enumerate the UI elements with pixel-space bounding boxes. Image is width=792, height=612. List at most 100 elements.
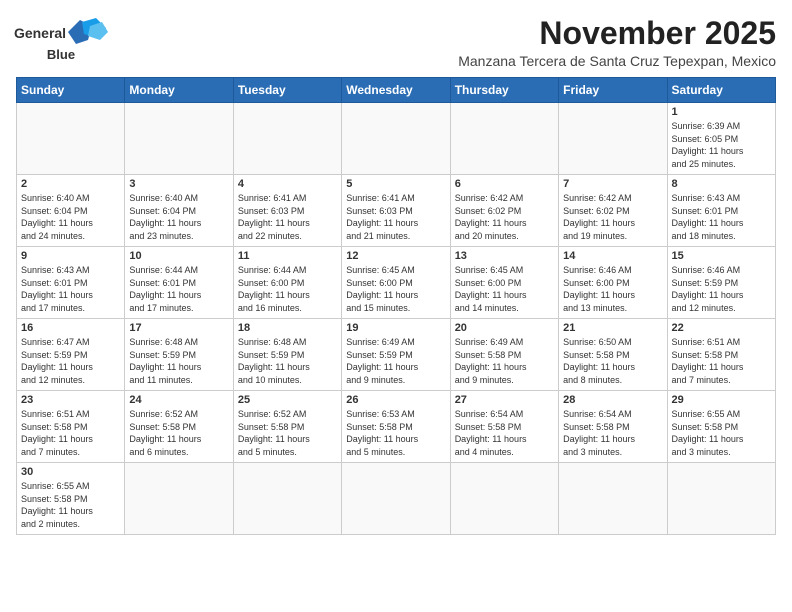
day-number: 3 (129, 178, 228, 190)
weekday-header-tuesday: Tuesday (233, 78, 341, 103)
calendar-cell: 16 Sunrise: 6:47 AM Sunset: 5:59 PM Dayli… (17, 319, 125, 391)
day-info: Sunrise: 6:50 AM Sunset: 5:58 PM Dayligh… (563, 336, 662, 386)
day-number: 5 (346, 178, 445, 190)
day-info: Sunrise: 6:55 AM Sunset: 5:58 PM Dayligh… (21, 480, 120, 530)
logo: General Blue (16, 16, 106, 62)
calendar-cell (125, 103, 233, 175)
day-info: Sunrise: 6:40 AM Sunset: 6:04 PM Dayligh… (21, 192, 120, 242)
logo-blue-text: Blue (47, 47, 75, 62)
calendar-cell (667, 463, 775, 535)
day-number: 16 (21, 322, 120, 334)
day-number: 12 (346, 250, 445, 262)
calendar-cell (17, 103, 125, 175)
day-info: Sunrise: 6:46 AM Sunset: 5:59 PM Dayligh… (672, 264, 771, 314)
calendar-cell: 22Sunrise: 6:51 AM Sunset: 5:58 PM Dayli… (667, 319, 775, 391)
calendar-cell: 26Sunrise: 6:53 AM Sunset: 5:58 PM Dayli… (342, 391, 450, 463)
calendar-cell (450, 103, 558, 175)
day-number: 6 (455, 178, 554, 190)
calendar-cell: 12 Sunrise: 6:45 AM Sunset: 6:00 PM Dayli… (342, 247, 450, 319)
weekday-header-saturday: Saturday (667, 78, 775, 103)
day-info: Sunrise: 6:44 AM Sunset: 6:00 PM Dayligh… (238, 264, 337, 314)
weekday-header-wednesday: Wednesday (342, 78, 450, 103)
day-number: 7 (563, 178, 662, 190)
calendar-cell: 29Sunrise: 6:55 AM Sunset: 5:58 PM Dayli… (667, 391, 775, 463)
calendar-cell: 3 Sunrise: 6:40 AM Sunset: 6:04 PM Daylig… (125, 175, 233, 247)
day-info: Sunrise: 6:55 AM Sunset: 5:58 PM Dayligh… (672, 408, 771, 458)
day-info: Sunrise: 6:51 AM Sunset: 5:58 PM Dayligh… (21, 408, 120, 458)
calendar-cell: 25 Sunrise: 6:52 AM Sunset: 5:58 PM Dayli… (233, 391, 341, 463)
calendar-cell: 10 Sunrise: 6:44 AM Sunset: 6:01 PM Dayli… (125, 247, 233, 319)
day-info: Sunrise: 6:54 AM Sunset: 5:58 PM Dayligh… (455, 408, 554, 458)
day-number: 26 (346, 394, 445, 406)
day-number: 11 (238, 250, 337, 262)
calendar-cell: 15 Sunrise: 6:46 AM Sunset: 5:59 PM Dayli… (667, 247, 775, 319)
day-number: 30 (21, 466, 120, 478)
logo-general: General (14, 25, 66, 41)
calendar-cell: 11 Sunrise: 6:44 AM Sunset: 6:00 PM Dayli… (233, 247, 341, 319)
day-number: 27 (455, 394, 554, 406)
calendar-cell (342, 103, 450, 175)
day-info: Sunrise: 6:43 AM Sunset: 6:01 PM Dayligh… (21, 264, 120, 314)
day-number: 23 (21, 394, 120, 406)
day-number: 15 (672, 250, 771, 262)
calendar-week-row: 23 Sunrise: 6:51 AM Sunset: 5:58 PM Dayli… (17, 391, 776, 463)
calendar-cell: 2 Sunrise: 6:40 AM Sunset: 6:04 PM Daylig… (17, 175, 125, 247)
day-number: 22 (672, 322, 771, 334)
calendar-table: SundayMondayTuesdayWednesdayThursdayFrid… (16, 77, 776, 535)
day-number: 21 (563, 322, 662, 334)
calendar-week-row: 9 Sunrise: 6:43 AM Sunset: 6:01 PM Daylig… (17, 247, 776, 319)
calendar-week-row: 30 Sunrise: 6:55 AM Sunset: 5:58 PM Dayli… (17, 463, 776, 535)
day-info: Sunrise: 6:41 AM Sunset: 6:03 PM Dayligh… (346, 192, 445, 242)
title-block: November 2025 Manzana Tercera de Santa C… (106, 16, 776, 69)
day-info: Sunrise: 6:49 AM Sunset: 5:58 PM Dayligh… (455, 336, 554, 386)
calendar-cell: 7 Sunrise: 6:42 AM Sunset: 6:02 PM Daylig… (559, 175, 667, 247)
day-number: 4 (238, 178, 337, 190)
calendar-cell: 30 Sunrise: 6:55 AM Sunset: 5:58 PM Dayli… (17, 463, 125, 535)
calendar-cell (233, 103, 341, 175)
calendar-cell (233, 463, 341, 535)
calendar-cell: 5 Sunrise: 6:41 AM Sunset: 6:03 PM Daylig… (342, 175, 450, 247)
weekday-header-friday: Friday (559, 78, 667, 103)
day-number: 14 (563, 250, 662, 262)
day-number: 28 (563, 394, 662, 406)
weekday-header-sunday: Sunday (17, 78, 125, 103)
weekday-header-thursday: Thursday (450, 78, 558, 103)
day-number: 24 (129, 394, 228, 406)
calendar-week-row: 2 Sunrise: 6:40 AM Sunset: 6:04 PM Daylig… (17, 175, 776, 247)
day-number: 10 (129, 250, 228, 262)
day-info: Sunrise: 6:40 AM Sunset: 6:04 PM Dayligh… (129, 192, 228, 242)
day-info: Sunrise: 6:52 AM Sunset: 5:58 PM Dayligh… (238, 408, 337, 458)
calendar-cell: 1 Sunrise: 6:39 AM Sunset: 6:05 PM Daylig… (667, 103, 775, 175)
calendar-cell (342, 463, 450, 535)
calendar-cell (450, 463, 558, 535)
calendar-week-row: 1 Sunrise: 6:39 AM Sunset: 6:05 PM Daylig… (17, 103, 776, 175)
day-number: 2 (21, 178, 120, 190)
day-number: 1 (672, 106, 771, 118)
calendar-cell (559, 463, 667, 535)
day-info: Sunrise: 6:48 AM Sunset: 5:59 PM Dayligh… (238, 336, 337, 386)
day-number: 18 (238, 322, 337, 334)
calendar-cell: 28 Sunrise: 6:54 AM Sunset: 5:58 PM Dayli… (559, 391, 667, 463)
calendar-cell: 13Sunrise: 6:45 AM Sunset: 6:00 PM Dayli… (450, 247, 558, 319)
day-info: Sunrise: 6:42 AM Sunset: 6:02 PM Dayligh… (563, 192, 662, 242)
day-info: Sunrise: 6:45 AM Sunset: 6:00 PM Dayligh… (346, 264, 445, 314)
day-number: 9 (21, 250, 120, 262)
calendar-cell: 21 Sunrise: 6:50 AM Sunset: 5:58 PM Dayli… (559, 319, 667, 391)
day-info: Sunrise: 6:46 AM Sunset: 6:00 PM Dayligh… (563, 264, 662, 314)
location-title: Manzana Tercera de Santa Cruz Tepexpan, … (106, 53, 776, 69)
day-number: 20 (455, 322, 554, 334)
day-info: Sunrise: 6:48 AM Sunset: 5:59 PM Dayligh… (129, 336, 228, 386)
day-number: 25 (238, 394, 337, 406)
logo-icon (68, 18, 108, 46)
calendar-header-row: SundayMondayTuesdayWednesdayThursdayFrid… (17, 78, 776, 103)
day-info: Sunrise: 6:52 AM Sunset: 5:58 PM Dayligh… (129, 408, 228, 458)
day-info: Sunrise: 6:44 AM Sunset: 6:01 PM Dayligh… (129, 264, 228, 314)
day-info: Sunrise: 6:47 AM Sunset: 5:59 PM Dayligh… (21, 336, 120, 386)
month-title: November 2025 (106, 16, 776, 51)
day-info: Sunrise: 6:54 AM Sunset: 5:58 PM Dayligh… (563, 408, 662, 458)
calendar-cell: 23 Sunrise: 6:51 AM Sunset: 5:58 PM Dayli… (17, 391, 125, 463)
day-info: Sunrise: 6:45 AM Sunset: 6:00 PM Dayligh… (455, 264, 554, 314)
day-info: Sunrise: 6:39 AM Sunset: 6:05 PM Dayligh… (672, 120, 771, 170)
calendar-cell: 24 Sunrise: 6:52 AM Sunset: 5:58 PM Dayli… (125, 391, 233, 463)
day-number: 19 (346, 322, 445, 334)
